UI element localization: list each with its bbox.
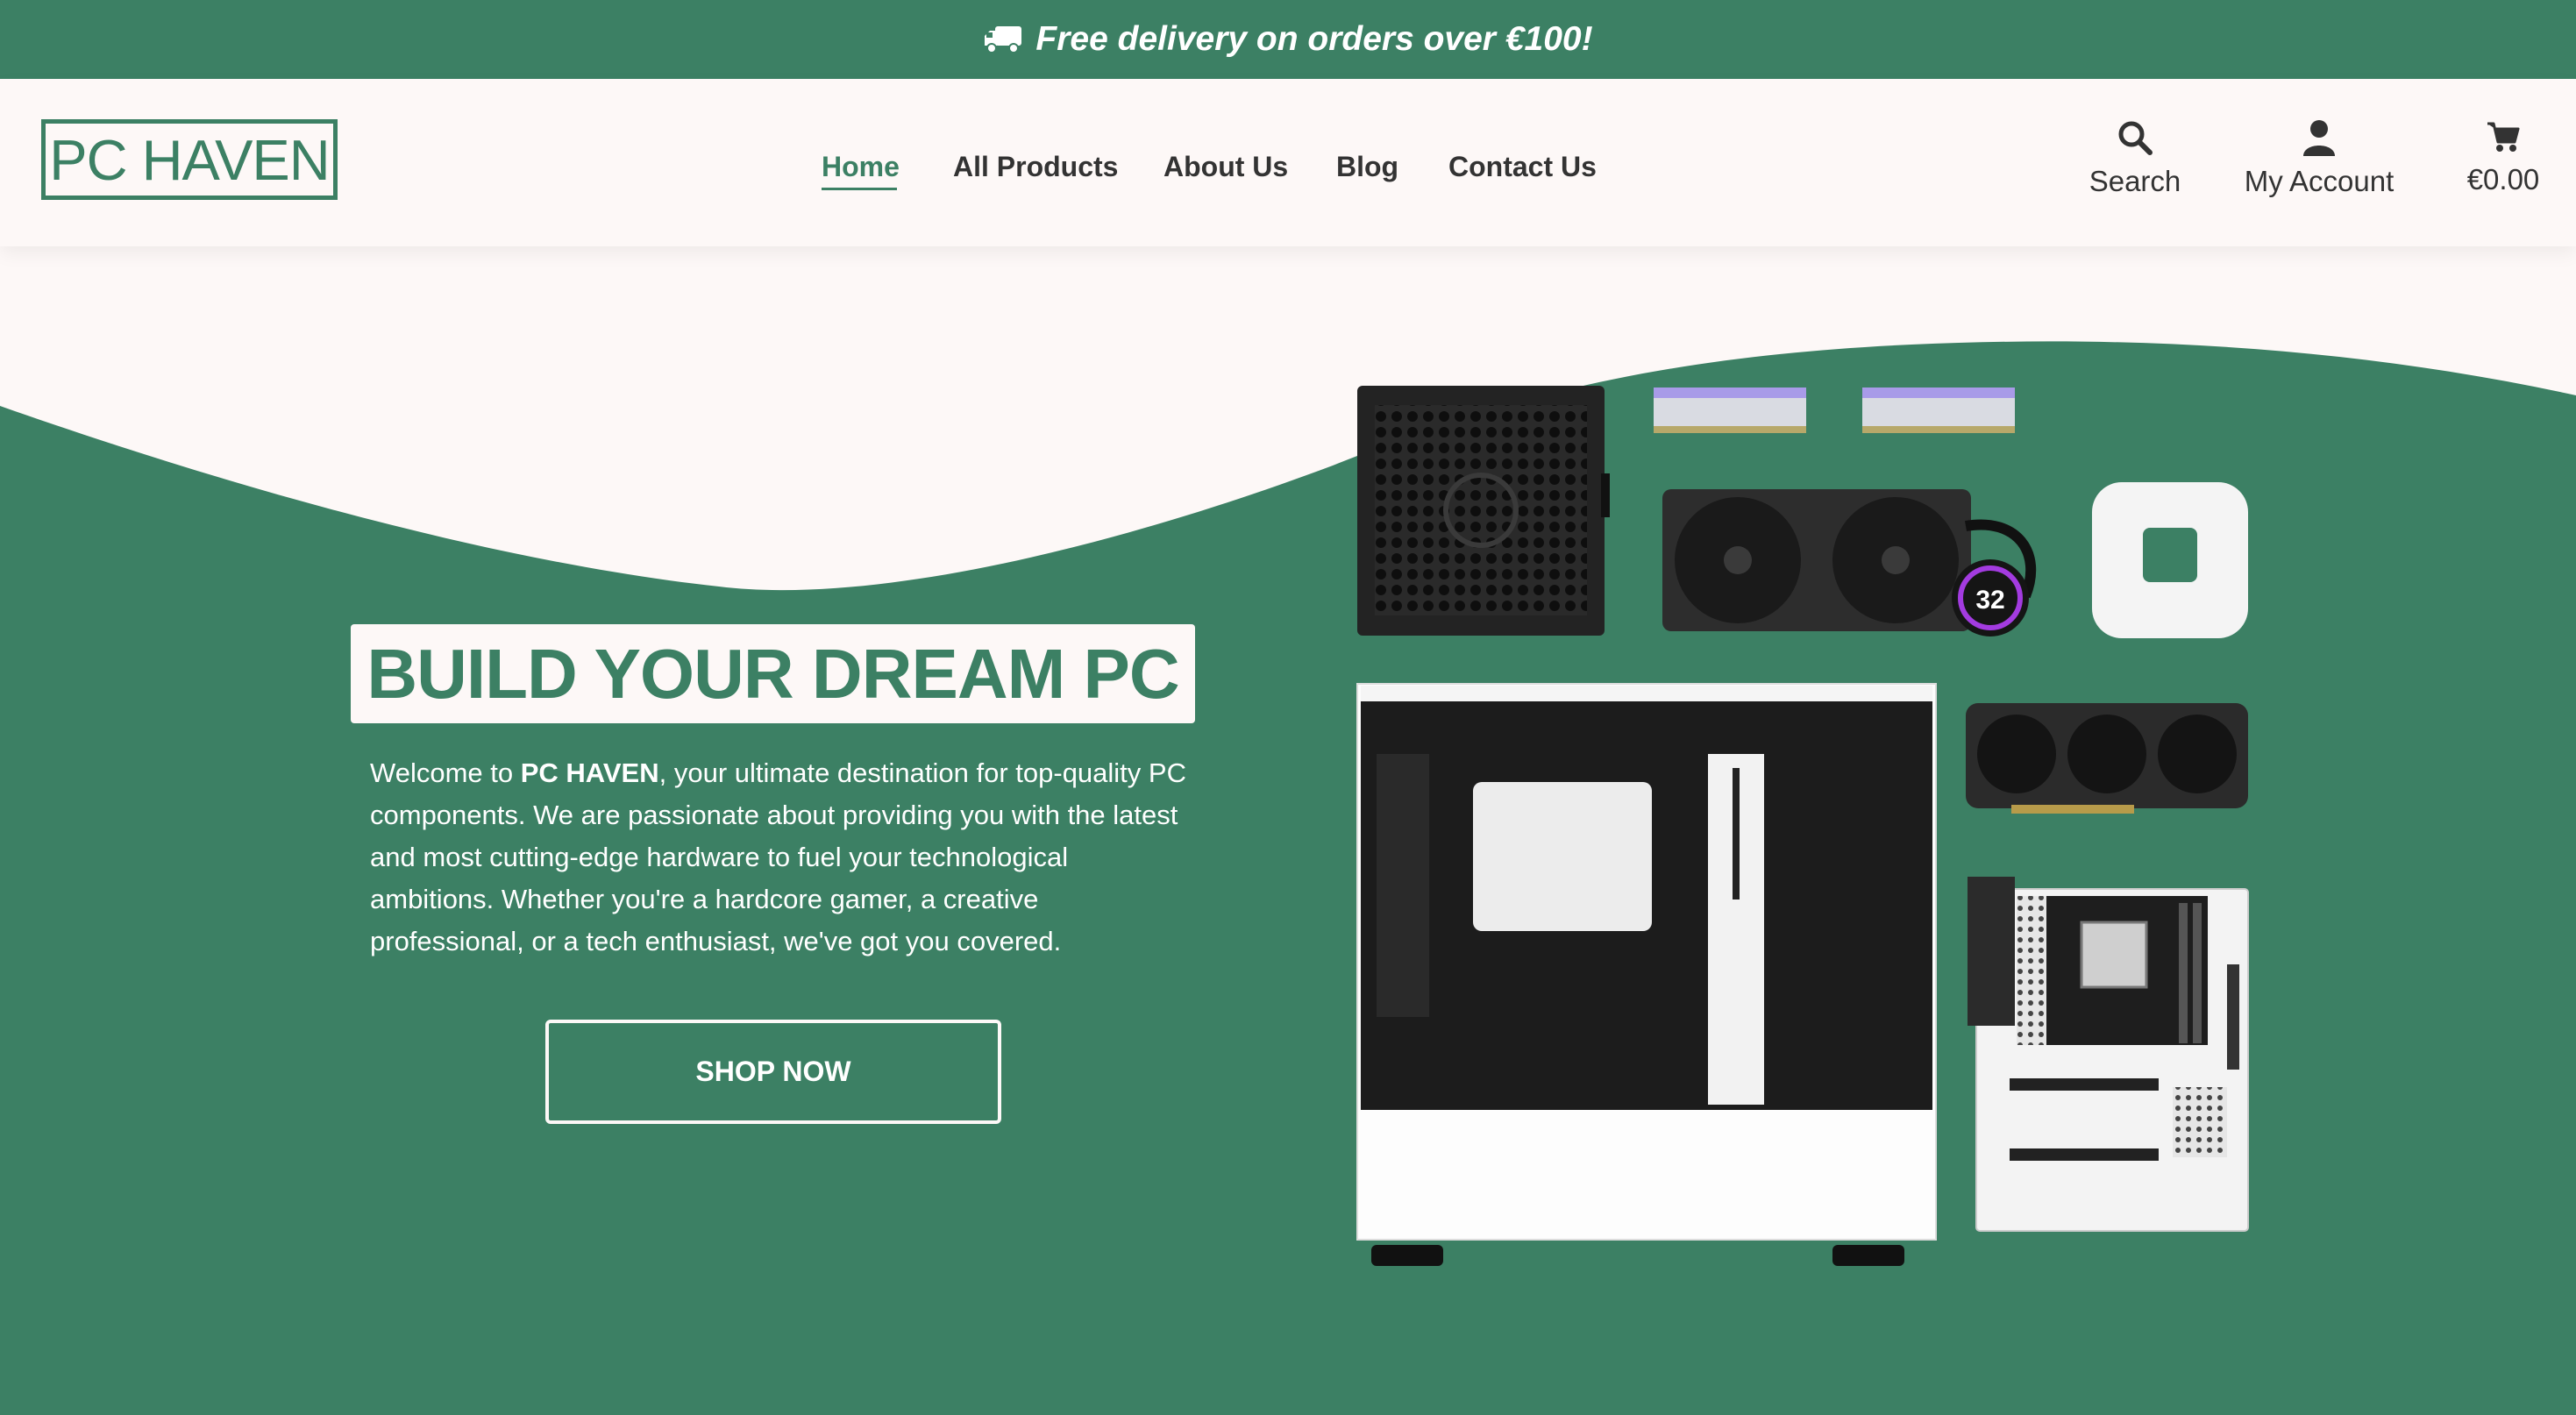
nav-about-us[interactable]: About Us — [1163, 151, 1288, 183]
hero-headline: BUILD YOUR DREAM PC — [366, 634, 1179, 713]
power-supply — [1357, 386, 1610, 636]
hero-products-image: 32 — [1356, 386, 2249, 1266]
svg-text:32: 32 — [1975, 586, 2004, 615]
cart-button[interactable]: €0.00 — [2455, 119, 2551, 196]
search-label: Search — [2089, 165, 2181, 197]
cart-icon — [2487, 122, 2520, 152]
intro-brand: PC HAVEN — [520, 757, 659, 788]
search-icon — [2118, 121, 2153, 155]
truck-icon — [985, 26, 1022, 53]
pc-case — [1356, 683, 1937, 1266]
ram-stick — [1654, 388, 1806, 433]
my-account-label: My Account — [2244, 165, 2395, 197]
cart-total: €0.00 — [2466, 163, 2540, 196]
intro-prefix: Welcome to — [370, 757, 521, 788]
graphics-card — [1966, 703, 2248, 814]
shop-now-button[interactable]: SHOP NOW — [545, 1020, 1001, 1124]
nav-all-products[interactable]: All Products — [953, 151, 1118, 183]
my-account-button[interactable]: My Account — [2240, 119, 2398, 198]
ram-stick — [1862, 388, 2015, 433]
hero-intro-text: Welcome to PC HAVEN, your ultimate desti… — [370, 752, 1194, 963]
promo-text: Free delivery on orders over €100! — [1035, 20, 1593, 58]
rgb-controller — [2092, 482, 2248, 638]
nav-contact-us[interactable]: Contact Us — [1448, 151, 1597, 183]
promo-bar: Free delivery on orders over €100! — [0, 0, 2576, 79]
main-nav: Home All Products About Us Blog Contact … — [0, 151, 2576, 203]
nav-blog[interactable]: Blog — [1336, 151, 1398, 183]
nav-home[interactable]: Home — [822, 151, 900, 183]
aio-liquid-cooler: 32 — [1662, 489, 2037, 636]
site-header: PC HAVEN Home All Products About Us Blog… — [0, 79, 2576, 246]
search-button[interactable]: Search — [2082, 119, 2188, 198]
hero-headline-box: BUILD YOUR DREAM PC — [351, 624, 1195, 723]
user-icon — [2303, 120, 2335, 156]
active-nav-underline — [822, 188, 897, 190]
motherboard — [1968, 877, 2249, 1232]
